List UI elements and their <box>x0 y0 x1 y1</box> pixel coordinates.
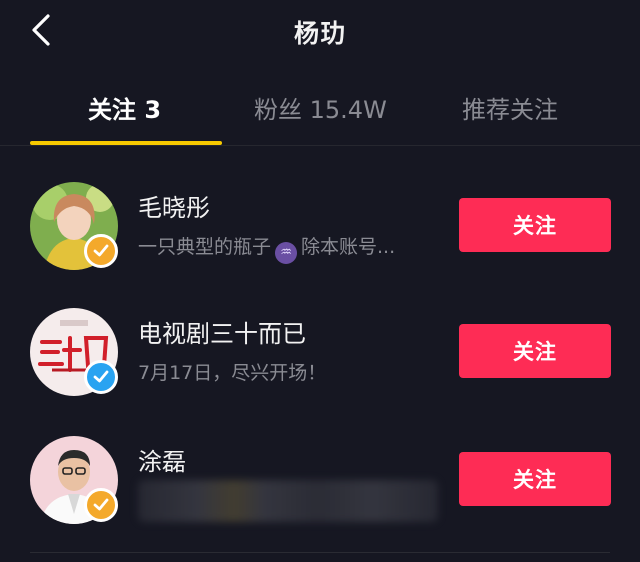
blurred-description <box>138 480 438 522</box>
user-description: 一只典型的瓶子 ♒ 除本账号... <box>138 232 395 264</box>
tab-divider <box>0 145 640 146</box>
user-name[interactable]: 涂磊 <box>138 442 186 477</box>
follow-button[interactable]: 关注 <box>459 452 611 506</box>
list-item[interactable]: 电视剧三十而已 7月17日，尽兴开场！ 关注 <box>0 308 640 434</box>
user-name[interactable]: 电视剧三十而已 <box>138 314 306 349</box>
tab-recommended[interactable]: 推荐关注 <box>462 90 558 125</box>
tab-bar: 关注 3 粉丝 15.4W 推荐关注 <box>0 78 640 148</box>
user-description: 7月17日，尽兴开场！ <box>138 362 327 384</box>
check-icon <box>93 498 109 511</box>
list-item[interactable]: 毛晓彤 一只典型的瓶子 ♒ 除本账号... 关注 <box>0 182 640 308</box>
description-text: 除本账号... <box>301 236 396 258</box>
verified-badge <box>84 488 118 522</box>
user-name[interactable]: 毛晓彤 <box>138 188 210 223</box>
verified-badge <box>84 234 118 268</box>
top-bar: 杨玏 <box>0 0 640 64</box>
description-text: 一只典型的瓶子 <box>138 236 272 258</box>
page-title: 杨玏 <box>293 19 346 48</box>
list-item[interactable]: 涂磊 关注 <box>0 436 640 562</box>
aquarius-icon: ♒ <box>275 242 298 264</box>
follow-button[interactable]: 关注 <box>459 198 611 252</box>
tab-following[interactable]: 关注 3 <box>88 90 161 125</box>
check-icon <box>93 244 109 257</box>
follow-button[interactable]: 关注 <box>459 324 611 378</box>
list-divider <box>30 552 610 553</box>
verified-badge <box>84 360 118 394</box>
tab-fans[interactable]: 粉丝 15.4W <box>254 90 387 125</box>
check-icon <box>93 370 109 383</box>
